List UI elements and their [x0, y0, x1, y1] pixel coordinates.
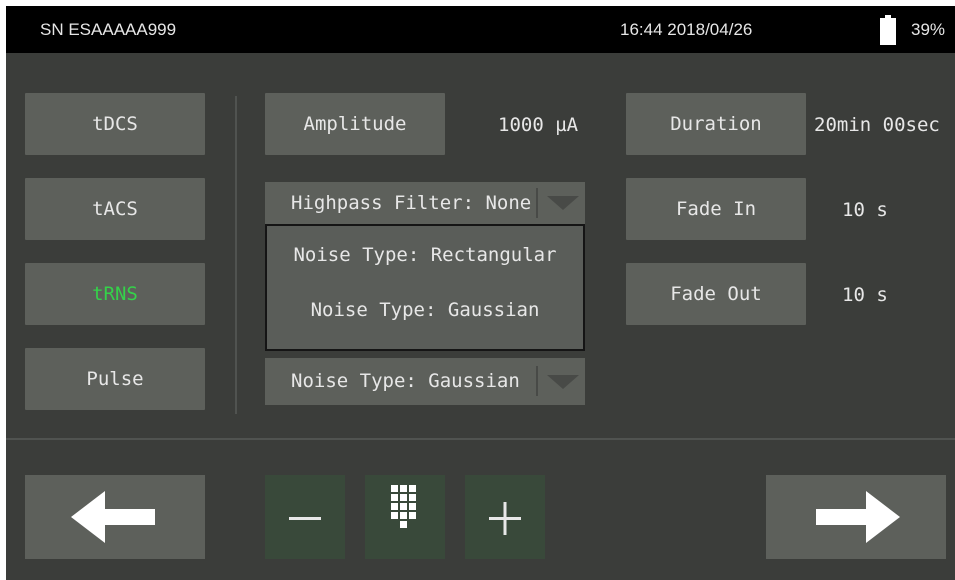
chevron-down-icon	[547, 375, 579, 389]
plus-icon	[489, 502, 521, 535]
fade-in-value: 10 s	[842, 199, 888, 221]
dropdown-option-rectangular[interactable]: Noise Type: Rectangular	[267, 244, 583, 266]
fade-out-button[interactable]: Fade Out	[626, 263, 806, 325]
fade-in-button[interactable]: Fade In	[626, 178, 806, 240]
decrement-button[interactable]	[265, 475, 345, 559]
mode-button-label: Pulse	[86, 368, 144, 390]
mode-button-pulse[interactable]: Pulse	[25, 348, 205, 410]
date-time: 16:44 2018/04/26	[620, 20, 753, 39]
select-separator	[536, 188, 538, 218]
back-button[interactable]	[25, 475, 205, 559]
amplitude-label: Amplitude	[303, 113, 407, 135]
highpass-filter-select[interactable]: Highpass Filter: None	[265, 182, 585, 224]
duration-button[interactable]: Duration	[626, 93, 806, 155]
fade-in-label: Fade In	[675, 198, 757, 220]
amplitude-button[interactable]: Amplitude	[265, 93, 445, 155]
dropdown-option-gaussian[interactable]: Noise Type: Gaussian	[267, 299, 583, 321]
next-button[interactable]	[766, 475, 946, 559]
duration-label: Duration	[670, 113, 762, 135]
right-arrow-icon	[816, 491, 900, 543]
battery-percent: 39%	[911, 20, 946, 39]
chevron-down-icon	[547, 196, 579, 210]
noise-type-label: Noise Type: Gaussian	[291, 370, 520, 392]
mode-button-label: tACS	[92, 198, 138, 220]
mode-button-label: tRNS	[92, 283, 138, 305]
keypad-button[interactable]	[365, 475, 445, 559]
serial-number: SN ESAAAAA999	[40, 20, 177, 39]
status-bar: SN ESAAAAA999 16:44 2018/04/26 39%	[6, 6, 955, 53]
fade-out-value: 10 s	[842, 284, 888, 306]
increment-button[interactable]	[465, 475, 545, 559]
device-screen: SN ESAAAAA999 16:44 2018/04/26 39% tDCS …	[6, 6, 955, 580]
battery-icon	[880, 15, 896, 45]
mode-button-trns[interactable]: tRNS	[25, 263, 205, 325]
minus-icon	[289, 517, 321, 520]
noise-type-dropdown-menu: Noise Type: Rectangular Noise Type: Gaus…	[265, 224, 585, 351]
horizontal-divider	[6, 438, 955, 440]
mode-button-tdcs[interactable]: tDCS	[25, 93, 205, 155]
vertical-divider	[235, 96, 237, 414]
fade-out-label: Fade Out	[670, 283, 762, 305]
mode-button-label: tDCS	[92, 113, 138, 135]
amplitude-value: 1000 µA	[498, 114, 579, 136]
keypad-icon	[391, 485, 416, 528]
noise-type-select[interactable]: Noise Type: Gaussian	[265, 358, 585, 405]
highpass-filter-label: Highpass Filter: None	[291, 192, 532, 214]
left-arrow-icon	[71, 491, 155, 543]
select-separator	[536, 366, 538, 396]
duration-value: 20min 00sec	[814, 114, 940, 136]
mode-button-tacs[interactable]: tACS	[25, 178, 205, 240]
